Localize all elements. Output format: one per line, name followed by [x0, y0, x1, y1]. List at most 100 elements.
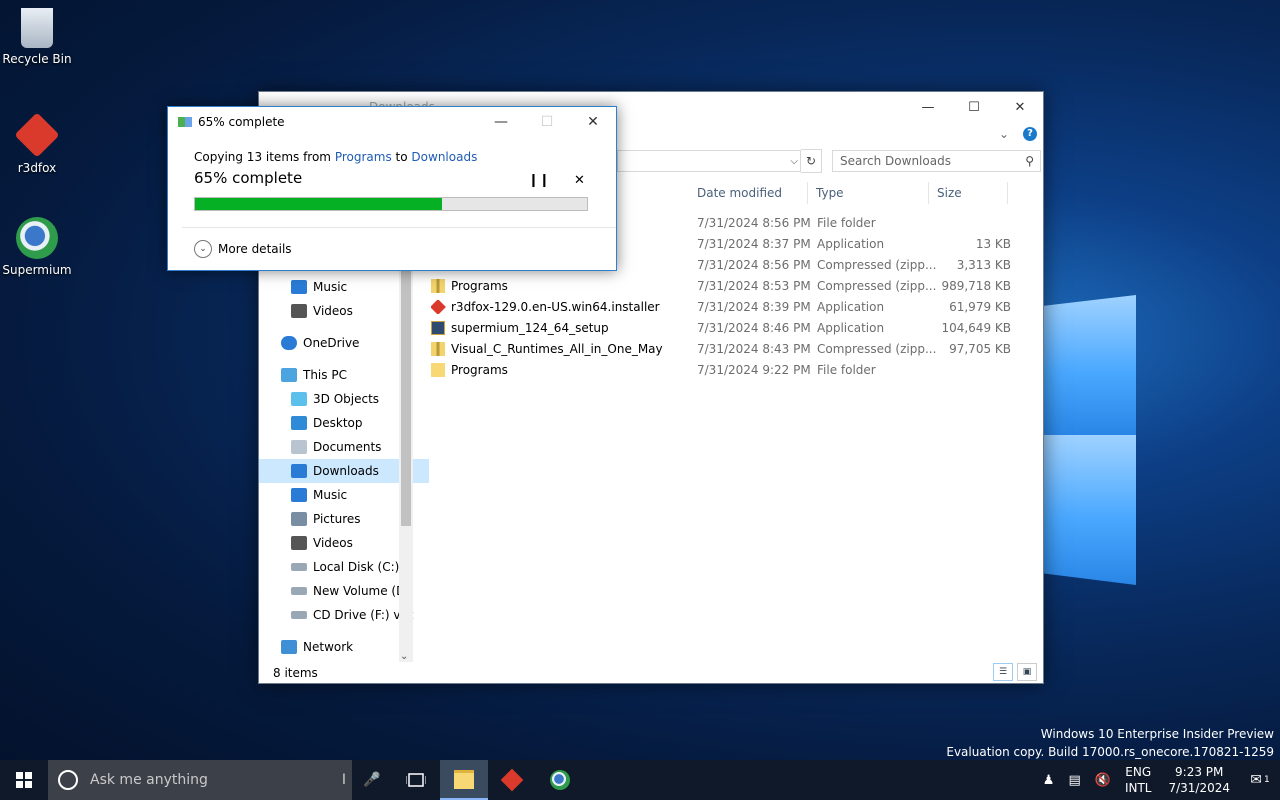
column-size[interactable]: Size: [929, 182, 1008, 204]
setup-application-icon: [431, 320, 445, 335]
people-icon[interactable]: ♟: [1036, 773, 1062, 788]
search-input[interactable]: Search Downloads ⚲: [832, 150, 1041, 172]
file-date: 7/31/2024 8:37 PM: [697, 236, 811, 251]
nav-item-label: This PC: [303, 368, 347, 382]
file-row[interactable]: Visual_C_Runtimes_All_in_One_May 7/31/20…: [431, 338, 1011, 359]
ribbon-expand-chevron-icon[interactable]: ⌄: [999, 127, 1009, 141]
clock-time: 9:23 PM: [1175, 765, 1224, 779]
nav-item-label: 3D Objects: [313, 392, 380, 406]
r3dfox-icon: [500, 768, 524, 792]
videos-icon: [291, 536, 307, 550]
taskbar-file-explorer[interactable]: [440, 760, 488, 800]
taskbar-supermium[interactable]: [536, 760, 584, 800]
dialog-minimize-button[interactable]: —: [478, 107, 524, 137]
file-date: 7/31/2024 8:46 PM: [697, 320, 811, 335]
scrollbar-thumb[interactable]: [401, 236, 411, 526]
desktop-icon: [291, 416, 307, 430]
close-button[interactable]: ✕: [997, 92, 1043, 122]
source-link[interactable]: Programs: [335, 150, 392, 164]
music-icon: [291, 488, 307, 502]
drive-icon: [291, 587, 307, 595]
dialog-maximize-button: ☐: [540, 114, 554, 130]
taskbar-clock[interactable]: 9:23 PM 7/31/2024: [1158, 764, 1240, 796]
file-type: Compressed (zipp...: [817, 257, 937, 272]
clock-date: 7/31/2024: [1168, 781, 1230, 795]
this-pc-icon: [281, 368, 297, 382]
copy-to-word: to: [395, 150, 408, 164]
file-type: File folder: [817, 215, 876, 230]
language-code: ENG: [1125, 765, 1152, 779]
file-explorer-icon: [454, 769, 474, 789]
copy-progress-bar: [194, 197, 588, 211]
destination-link[interactable]: Downloads: [411, 150, 477, 164]
desktop-icon-supermium[interactable]: Supermium: [0, 217, 74, 277]
dialog-title: 65% complete: [198, 115, 285, 129]
taskbar-r3dfox[interactable]: [488, 760, 536, 800]
input-language-indicator[interactable]: ENG INTL: [1118, 764, 1159, 796]
file-date: 7/31/2024 8:43 PM: [697, 341, 811, 356]
cortana-icon: [58, 770, 78, 790]
nav-item-label: Pictures: [313, 512, 361, 526]
task-view-icon: [406, 773, 426, 787]
details-view-icon[interactable]: ☰: [993, 663, 1013, 681]
file-type: Compressed (zipp...: [817, 341, 937, 356]
zip-folder-icon: [431, 341, 445, 356]
file-name: Visual_C_Runtimes_All_in_One_May: [451, 341, 663, 356]
r3dfox-icon: [14, 112, 60, 158]
file-row[interactable]: Programs 7/31/2024 9:22 PM File folder: [431, 359, 1011, 380]
drive-icon: [291, 563, 307, 571]
nav-item-onedrive[interactable]: OneDrive: [259, 331, 419, 355]
file-row[interactable]: supermium_124_64_setup 7/31/2024 8:46 PM…: [431, 317, 1011, 338]
dialog-close-button[interactable]: ✕: [570, 107, 616, 137]
maximize-button[interactable]: ☐: [951, 92, 997, 122]
copy-prefix: Copying 13 items from: [194, 150, 331, 164]
column-date-modified[interactable]: Date modified: [689, 182, 808, 204]
file-size: 989,718 KB: [941, 278, 1011, 293]
large-icons-view-icon[interactable]: ▣: [1017, 663, 1037, 681]
windows-wallpaper-logo: [1040, 255, 1280, 635]
file-name: Programs: [451, 362, 508, 377]
task-view-button[interactable]: [392, 760, 440, 800]
file-row[interactable]: r3dfox-129.0.en-US.win64.installer 7/31/…: [431, 296, 1011, 317]
column-type[interactable]: Type: [808, 182, 929, 204]
file-size: 97,705 KB: [949, 341, 1011, 356]
folder-icon: [431, 362, 445, 377]
network-status-icon[interactable]: ▤: [1061, 773, 1087, 788]
file-date: 7/31/2024 9:22 PM: [697, 362, 811, 377]
pictures-icon: [291, 512, 307, 526]
videos-icon: [291, 304, 307, 318]
file-name: supermium_124_64_setup: [451, 320, 609, 335]
scroll-down-arrow-icon[interactable]: ⌄: [400, 651, 408, 662]
dialog-titlebar[interactable]: 65% complete — ☐ ✕: [168, 107, 616, 137]
percent-complete-text: 65% complete: [194, 169, 303, 187]
desktop-icon-r3dfox[interactable]: r3dfox: [0, 112, 74, 175]
file-name: r3dfox-129.0.en-US.win64.installer: [451, 299, 660, 314]
music-icon: [291, 280, 307, 294]
help-icon[interactable]: ?: [1023, 127, 1037, 141]
address-bar[interactable]: ⌵: [617, 150, 801, 172]
3d-objects-icon: [291, 392, 307, 406]
more-details-toggle[interactable]: ⌄ More details: [194, 240, 292, 258]
desktop-icon-label: Supermium: [2, 263, 72, 277]
volume-muted-icon[interactable]: 🔇: [1088, 773, 1118, 788]
notification-icon: ✉: [1250, 772, 1262, 788]
nav-item-label: Music: [313, 280, 348, 294]
start-button[interactable]: [0, 760, 48, 800]
nav-item-this-pc[interactable]: This PC: [259, 363, 419, 387]
cancel-copy-button[interactable]: ✕: [574, 173, 585, 188]
file-row[interactable]: Programs 7/31/2024 8:53 PM Compressed (z…: [431, 275, 1011, 296]
pause-button[interactable]: ❙❙: [528, 173, 550, 188]
cortana-search-box[interactable]: Ask me anything I: [48, 760, 352, 800]
action-center-button[interactable]: ✉ 1: [1240, 760, 1280, 800]
file-type: Compressed (zipp...: [817, 278, 937, 293]
desktop-icon-recycle-bin[interactable]: Recycle Bin: [0, 8, 74, 66]
documents-icon: [291, 440, 307, 454]
refresh-button[interactable]: ↻: [801, 149, 822, 173]
minimize-button[interactable]: —: [905, 92, 951, 122]
address-dropdown-icon[interactable]: ⌵: [790, 156, 798, 167]
nav-item-network[interactable]: Network: [259, 635, 419, 659]
search-icon: ⚲: [1025, 154, 1034, 168]
r3dfox-installer-icon: [431, 299, 446, 314]
microphone-button[interactable]: 🎤: [352, 760, 392, 800]
supermium-icon: [16, 217, 58, 259]
